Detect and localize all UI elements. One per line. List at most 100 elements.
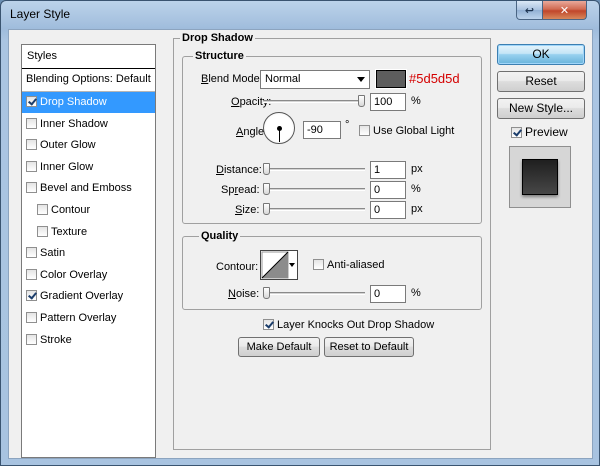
style-item-checkbox[interactable] bbox=[26, 311, 37, 323]
shadow-color-hex: #5d5d5d bbox=[409, 71, 460, 86]
style-item-bevel-and-emboss[interactable]: Bevel and Emboss bbox=[22, 178, 155, 200]
distance-slider[interactable] bbox=[263, 162, 365, 176]
structure-title: Structure bbox=[193, 50, 246, 62]
distance-slider-thumb[interactable] bbox=[263, 163, 270, 175]
title-bar[interactable]: Layer Style ↩ ✕ bbox=[1, 1, 599, 27]
style-item-drop-shadow[interactable]: Drop Shadow bbox=[22, 92, 155, 114]
reset-to-default-button[interactable]: Reset to Default bbox=[324, 337, 414, 357]
style-item-label: Pattern Overlay bbox=[40, 311, 117, 324]
spread-slider[interactable] bbox=[263, 182, 365, 196]
opacity-slider[interactable] bbox=[263, 94, 365, 108]
spread-input[interactable]: 0 bbox=[370, 181, 406, 199]
style-item-checkbox[interactable] bbox=[26, 117, 37, 129]
opacity-input[interactable]: 100 bbox=[370, 93, 406, 111]
layer-style-window: Layer Style ↩ ✕ Styles Blending Options:… bbox=[0, 0, 600, 466]
angle-unit: ° bbox=[345, 119, 350, 131]
knockout-toggle[interactable]: Layer Knocks Out Drop Shadow bbox=[263, 319, 434, 331]
quality-title: Quality bbox=[199, 230, 241, 242]
close-button[interactable]: ✕ bbox=[542, 1, 587, 20]
help-button[interactable]: ↩ bbox=[516, 1, 543, 20]
styles-header[interactable]: Styles bbox=[22, 45, 155, 69]
style-item-checkbox[interactable] bbox=[26, 247, 37, 259]
preview-checkbox[interactable] bbox=[511, 127, 522, 138]
size-unit: px bbox=[411, 203, 423, 215]
blend-mode-select[interactable]: Normal bbox=[260, 70, 370, 89]
help-icon: ↩ bbox=[524, 4, 535, 17]
dialog-client: Styles Blending Options: Default Drop Sha… bbox=[8, 29, 593, 459]
style-item-blending-options-default[interactable]: Blending Options: Default bbox=[22, 69, 155, 92]
style-item-checkbox[interactable] bbox=[37, 203, 48, 215]
style-item-contour[interactable]: Contour bbox=[22, 200, 155, 222]
spread-label: Spread: bbox=[221, 184, 260, 196]
drop-shadow-panel: Drop Shadow Structure Blend Mode: Normal… bbox=[173, 32, 491, 450]
structure-group: Structure Blend Mode: Normal #5d5d5d Opa… bbox=[182, 50, 482, 224]
style-item-outer-glow[interactable]: Outer Glow bbox=[22, 135, 155, 157]
style-preview-swatch bbox=[522, 159, 558, 195]
style-item-label: Texture bbox=[51, 225, 88, 238]
style-item-checkbox[interactable] bbox=[37, 225, 48, 237]
style-item-stroke[interactable]: Stroke bbox=[22, 330, 155, 352]
style-item-label: Blending Options: Default bbox=[26, 73, 151, 85]
preview-toggle[interactable]: Preview bbox=[511, 125, 568, 139]
knockout-checkbox[interactable] bbox=[263, 319, 274, 330]
drop-shadow-title: Drop Shadow bbox=[180, 32, 255, 44]
make-default-button[interactable]: Make Default bbox=[238, 337, 320, 357]
style-item-checkbox[interactable] bbox=[26, 96, 37, 107]
style-item-label: Contour bbox=[51, 203, 91, 216]
quality-group: Quality Contour: Anti-aliased Noise: 0 % bbox=[182, 230, 482, 310]
style-item-gradient-overlay[interactable]: Gradient Overlay bbox=[22, 286, 155, 308]
angle-dial-center bbox=[277, 126, 282, 131]
opacity-unit: % bbox=[411, 95, 421, 107]
noise-slider-thumb[interactable] bbox=[263, 287, 270, 299]
blend-mode-label: Blend Mode: bbox=[201, 73, 263, 85]
style-item-color-overlay[interactable]: Color Overlay bbox=[22, 265, 155, 287]
size-slider[interactable] bbox=[263, 202, 365, 216]
style-item-checkbox[interactable] bbox=[26, 182, 37, 194]
noise-slider-track bbox=[263, 292, 365, 295]
distance-slider-track bbox=[263, 168, 365, 171]
style-item-label: Outer Glow bbox=[40, 139, 96, 152]
style-item-pattern-overlay[interactable]: Pattern Overlay bbox=[22, 308, 155, 330]
new-style-button[interactable]: New Style... bbox=[497, 98, 585, 119]
close-icon: ✕ bbox=[559, 4, 570, 17]
ok-button[interactable]: OK bbox=[497, 44, 585, 65]
reset-button[interactable]: Reset bbox=[497, 71, 585, 92]
noise-slider[interactable] bbox=[263, 286, 365, 300]
style-item-texture[interactable]: Texture bbox=[22, 222, 155, 244]
style-item-checkbox[interactable] bbox=[26, 290, 37, 302]
style-item-label: Stroke bbox=[40, 333, 72, 346]
style-item-inner-glow[interactable]: Inner Glow bbox=[22, 157, 155, 179]
style-item-satin[interactable]: Satin bbox=[22, 243, 155, 265]
spread-slider-thumb[interactable] bbox=[263, 183, 270, 195]
chevron-down-icon bbox=[357, 77, 365, 82]
noise-input[interactable]: 0 bbox=[370, 285, 406, 303]
blend-mode-value: Normal bbox=[265, 73, 301, 85]
style-item-label: Inner Glow bbox=[40, 160, 94, 173]
style-item-checkbox[interactable] bbox=[26, 160, 37, 172]
size-slider-thumb[interactable] bbox=[263, 203, 270, 215]
size-label: Size: bbox=[235, 204, 260, 216]
style-item-checkbox[interactable] bbox=[26, 333, 37, 345]
style-item-inner-shadow[interactable]: Inner Shadow bbox=[22, 114, 155, 136]
angle-dial[interactable] bbox=[263, 112, 295, 144]
styles-list: Styles Blending Options: Default Drop Sha… bbox=[21, 44, 156, 458]
opacity-slider-thumb[interactable] bbox=[358, 95, 365, 107]
use-global-light-toggle[interactable]: Use Global Light bbox=[359, 125, 454, 137]
angle-input[interactable]: -90 bbox=[303, 121, 341, 139]
style-item-label: Inner Shadow bbox=[40, 117, 108, 130]
chevron-down-icon bbox=[289, 263, 295, 267]
anti-aliased-toggle[interactable]: Anti-aliased bbox=[313, 259, 384, 271]
size-input[interactable]: 0 bbox=[370, 201, 406, 219]
noise-label: Noise: bbox=[228, 288, 260, 300]
style-item-checkbox[interactable] bbox=[26, 139, 37, 151]
contour-picker[interactable] bbox=[260, 250, 298, 280]
shadow-color-swatch[interactable] bbox=[375, 69, 407, 89]
style-item-label: Satin bbox=[40, 247, 66, 260]
style-item-label: Drop Shadow bbox=[40, 96, 107, 108]
style-item-checkbox[interactable] bbox=[26, 268, 37, 280]
use-global-light-checkbox[interactable] bbox=[359, 125, 370, 136]
distance-input[interactable]: 1 bbox=[370, 161, 406, 179]
opacity-slider-track bbox=[263, 100, 365, 103]
style-preview bbox=[509, 146, 571, 208]
anti-aliased-checkbox[interactable] bbox=[313, 259, 324, 270]
